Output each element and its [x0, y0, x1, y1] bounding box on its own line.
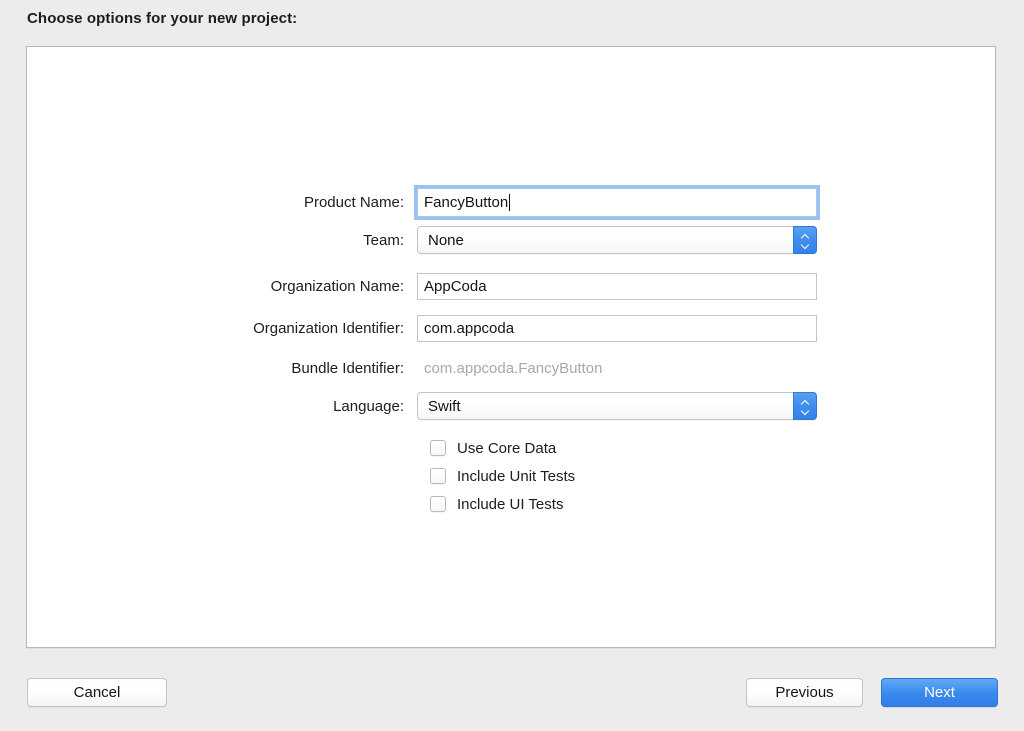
label-team: Team:: [363, 231, 404, 249]
checkbox-include-ui-tests[interactable]: Include UI Tests: [430, 493, 563, 515]
product-name-value: FancyButton: [424, 193, 509, 211]
label-language: Language:: [333, 397, 404, 415]
form-row-language: Language: Swift: [27, 391, 995, 421]
control-organization-identifier: com.appcoda: [417, 314, 817, 342]
checkbox-box[interactable]: [430, 468, 446, 484]
text-caret: [509, 193, 511, 211]
sheet-heading: Choose options for your new project:: [27, 10, 298, 27]
chevron-down-icon: [801, 408, 810, 413]
organization-identifier-value: com.appcoda: [424, 319, 515, 337]
language-selected-value: Swift: [428, 397, 461, 415]
control-bundle-identifier: com.appcoda.FancyButton: [417, 355, 817, 382]
checkbox-label: Include Unit Tests: [457, 467, 576, 485]
chevron-up-icon: [801, 234, 810, 239]
organization-name-value: AppCoda: [424, 277, 487, 295]
checkbox-box[interactable]: [430, 440, 446, 456]
language-popup-button[interactable]: Swift: [417, 392, 817, 420]
control-team: None: [417, 226, 817, 254]
checkbox-label: Include UI Tests: [457, 495, 564, 513]
control-product-name: FancyButton: [417, 187, 817, 217]
label-organization-name: Organization Name:: [270, 277, 404, 295]
language-stepper[interactable]: [793, 392, 817, 420]
team-selected-value: None: [428, 231, 464, 249]
form-row-bundle-identifier: Bundle Identifier: com.appcoda.FancyButt…: [27, 353, 995, 383]
checkbox-box[interactable]: [430, 496, 446, 512]
checkbox-include-unit-tests[interactable]: Include Unit Tests: [430, 465, 575, 487]
chevron-up-icon: [801, 400, 810, 405]
previous-button[interactable]: Previous: [746, 678, 863, 707]
options-panel: Product Name: FancyButton Team: None Org…: [26, 46, 996, 648]
bundle-identifier-value: com.appcoda.FancyButton: [424, 359, 603, 377]
next-button[interactable]: Next: [881, 678, 998, 707]
label-bundle-identifier: Bundle Identifier:: [291, 359, 404, 377]
control-organization-name: AppCoda: [417, 272, 817, 300]
chevron-down-icon: [801, 242, 810, 247]
label-product-name: Product Name:: [303, 193, 404, 211]
label-organization-identifier: Organization Identifier:: [253, 319, 404, 337]
form-row-organization-name: Organization Name: AppCoda: [27, 271, 995, 301]
form-row-product-name: Product Name: FancyButton: [27, 187, 995, 217]
cancel-button[interactable]: Cancel: [27, 678, 167, 707]
control-language: Swift: [417, 392, 817, 420]
form-row-team: Team: None: [27, 225, 995, 255]
product-name-input[interactable]: FancyButton: [417, 187, 817, 217]
team-popup-button[interactable]: None: [417, 226, 817, 254]
checkbox-label: Use Core Data: [457, 439, 557, 457]
checkbox-use-core-data[interactable]: Use Core Data: [430, 437, 556, 459]
organization-name-input[interactable]: AppCoda: [417, 272, 817, 300]
form-row-organization-identifier: Organization Identifier: com.appcoda: [27, 313, 995, 343]
team-stepper[interactable]: [793, 226, 817, 254]
organization-identifier-input[interactable]: com.appcoda: [417, 314, 817, 342]
